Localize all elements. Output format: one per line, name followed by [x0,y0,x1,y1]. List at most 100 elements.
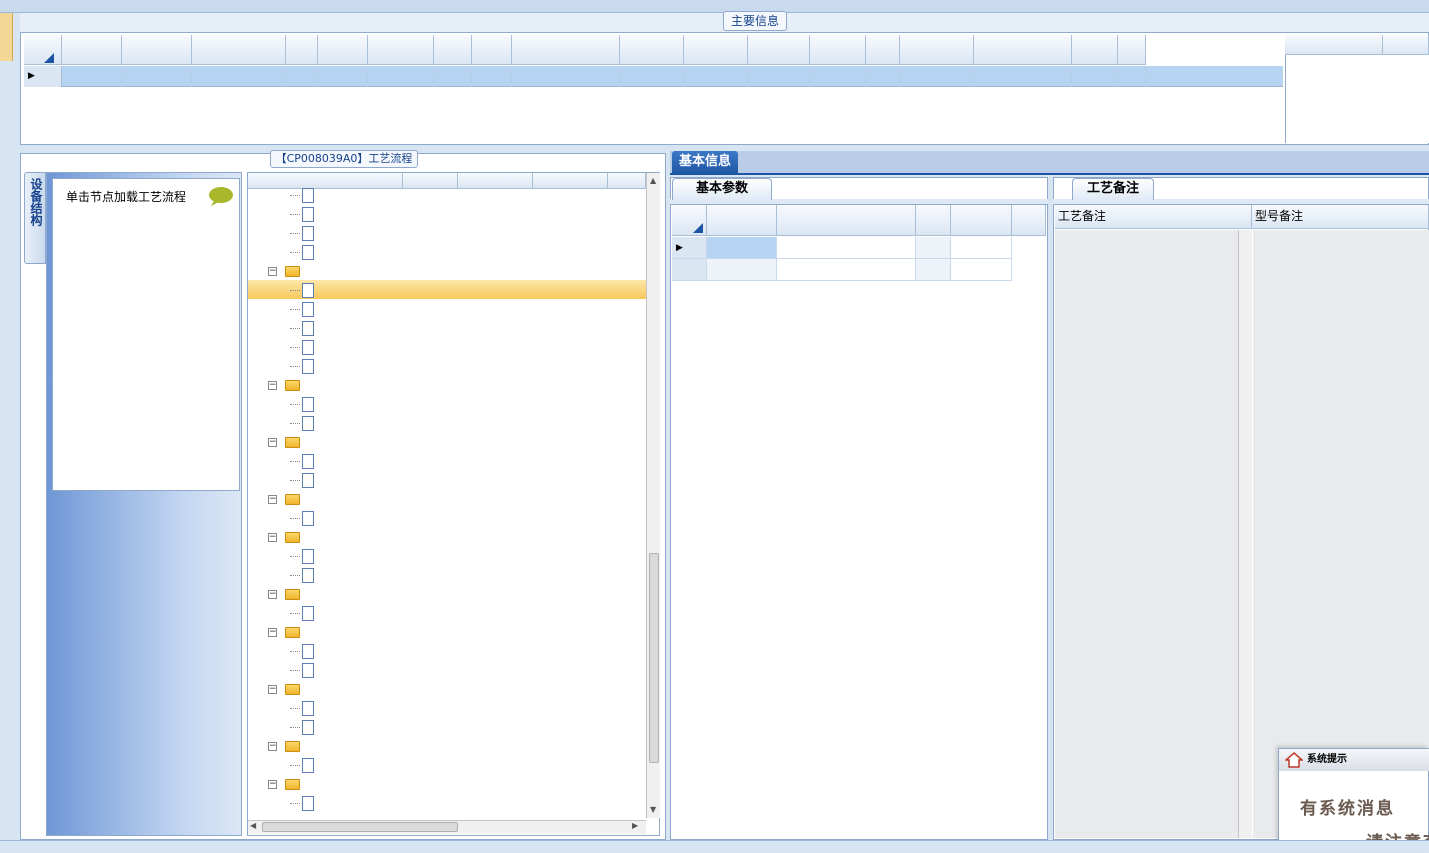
process-remark-textarea[interactable] [1055,230,1238,838]
scroll-right-arrow-icon[interactable]: ▶ [632,821,638,830]
scroll-left-arrow-icon[interactable]: ◀ [250,821,256,830]
tree-line [290,233,300,234]
merge-col-0[interactable] [1285,35,1383,55]
tree-line [290,575,300,576]
main-cell-6[interactable] [434,66,472,87]
main-col-17[interactable] [1118,35,1146,65]
main-col-11[interactable] [748,35,810,65]
main-col-9[interactable] [620,35,684,65]
tree-line [290,765,300,766]
main-col-5[interactable] [368,35,434,65]
tab-process-remarks[interactable]: 工艺备注 [1072,178,1154,200]
chat-bubble-icon[interactable] [208,186,234,206]
main-col-12[interactable] [810,35,866,65]
remark-scrollbar[interactable] [1238,230,1252,838]
scroll-down-arrow-icon[interactable]: ▼ [650,805,656,814]
tree-col-2[interactable] [458,173,533,189]
tree-collapse-icon[interactable]: − [268,495,277,504]
basic-cell-item[interactable] [707,237,777,259]
main-col-2[interactable] [192,35,286,65]
folder-icon [285,779,300,790]
tree-line [290,518,300,519]
tree-collapse-icon[interactable]: − [268,780,277,789]
tree-collapse-icon[interactable]: − [268,628,277,637]
tree-collapse-icon[interactable]: − [268,590,277,599]
main-col-8[interactable] [512,35,620,65]
main-col-0[interactable] [62,35,122,65]
tree-col-3[interactable] [533,173,608,189]
main-cell-4[interactable] [318,66,368,87]
basic-col-2[interactable] [916,205,951,236]
main-col-1[interactable] [122,35,192,65]
side-tab[interactable] [0,13,13,61]
tree-collapse-icon[interactable]: − [268,685,277,694]
basic-corner-icon [693,223,703,233]
main-cell-13[interactable] [866,66,900,87]
main-cell-3[interactable] [286,66,318,87]
main-col-14[interactable] [900,35,974,65]
main-cell-17[interactable] [1118,66,1146,87]
main-col-13[interactable] [866,35,900,65]
document-icon [302,473,314,488]
basic-cell-param[interactable] [777,259,916,281]
tree-col-1[interactable] [403,173,458,189]
tree-collapse-icon[interactable]: − [268,381,277,390]
main-cell-16[interactable] [1072,66,1118,87]
tree-col-4[interactable] [608,173,646,189]
basic-cell-unit[interactable] [916,237,951,259]
main-cell-8[interactable] [512,66,620,87]
main-cell-10[interactable] [684,66,748,87]
main-cell-0[interactable] [62,66,122,87]
tree-collapse-icon[interactable]: − [268,742,277,751]
tree-col-0[interactable] [248,173,403,189]
main-cell-5[interactable] [368,66,434,87]
tree-line [290,423,300,424]
basic-cell-modify[interactable] [951,259,1012,281]
tree-line [290,670,300,671]
main-cell-15[interactable] [974,66,1072,87]
tree-vscroll-thumb[interactable] [649,553,659,763]
basic-cell-param[interactable] [777,237,916,259]
basic-cell-item[interactable] [707,259,777,281]
main-col-6[interactable] [434,35,472,65]
basic-cell-modify[interactable] [951,237,1012,259]
main-cell-12[interactable] [810,66,866,87]
hint-text: 单击节点加载工艺流程 [66,190,187,204]
main-cell-14[interactable] [900,66,974,87]
tab-basic-params[interactable]: 基本参数 [672,178,772,200]
main-info-title: 主要信息 [723,11,787,31]
main-col-16[interactable] [1072,35,1118,65]
main-col-7[interactable] [472,35,512,65]
main-cell-1[interactable] [122,66,192,87]
main-col-10[interactable] [684,35,748,65]
basic-col-0[interactable] [707,205,777,236]
main-cell-11[interactable] [748,66,810,87]
tab-basic-info[interactable]: 基本信息 [672,151,738,175]
main-col-15[interactable] [974,35,1072,65]
tree-line [290,195,300,196]
main-col-3[interactable] [286,35,318,65]
model-remark-textarea[interactable] [1253,230,1429,838]
basic-cell-unit[interactable] [916,259,951,281]
basic-col-3[interactable] [951,205,1012,236]
merge-col-1[interactable] [1383,35,1429,55]
main-cell-2[interactable] [192,66,286,87]
tree-line [290,480,300,481]
main-col-4[interactable] [318,35,368,65]
tree-horizontal-scrollbar[interactable]: ◀ ▶ [248,820,646,834]
main-cell-7[interactable] [472,66,512,87]
tree-collapse-icon[interactable]: − [268,438,277,447]
tree-hscroll-thumb[interactable] [262,822,458,832]
document-icon [302,644,314,659]
folder-icon [285,380,300,391]
tree-collapse-icon[interactable]: − [268,267,277,276]
tree-line [290,214,300,215]
main-cell-9[interactable] [620,66,684,87]
grid-corner-icon [44,53,54,63]
scroll-up-arrow-icon[interactable]: ▲ [650,176,656,185]
tree-collapse-icon[interactable]: − [268,533,277,542]
tree-vertical-scrollbar[interactable]: ▲ ▼ [646,173,660,818]
basic-col-1[interactable] [777,205,916,236]
process-flow-title: 【CP008039A0】工艺流程 [270,150,418,168]
document-icon [302,188,314,203]
